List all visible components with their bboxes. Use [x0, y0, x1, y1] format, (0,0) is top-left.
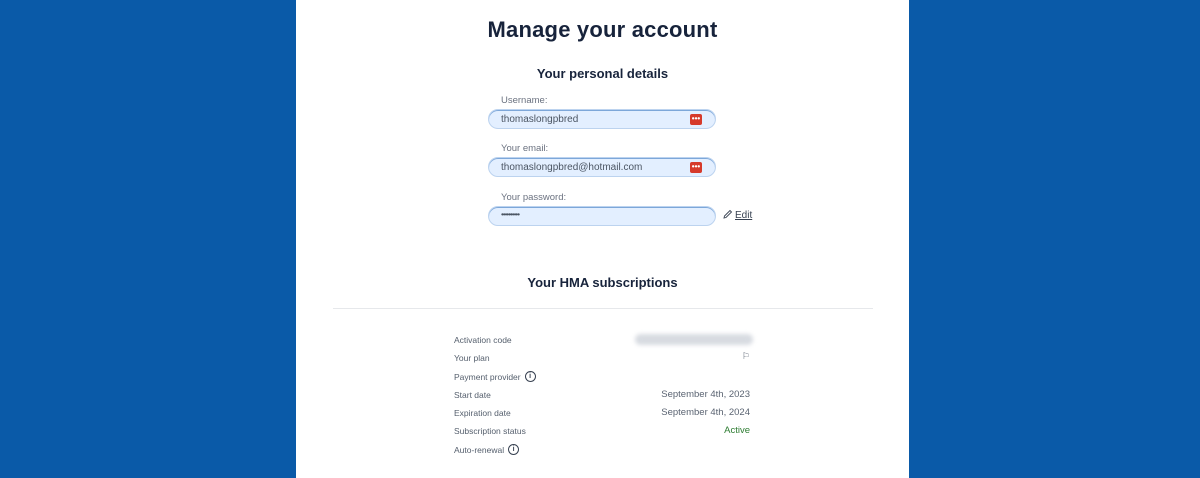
password-field[interactable]: •••••••••• [488, 206, 716, 226]
auto-renewal-label: Auto-renewal [454, 444, 505, 455]
username-value: thomaslongpbred [501, 114, 579, 125]
password-label: Your password: [501, 192, 567, 203]
page-title: Manage your account [487, 17, 718, 42]
edit-password-link[interactable]: Edit [723, 209, 752, 222]
status-badge: Active [724, 425, 750, 436]
expiration-date-label: Expiration date [454, 408, 511, 418]
divider [333, 308, 873, 309]
password-manager-icon[interactable]: ••• [690, 114, 702, 125]
plan-label: Your plan [454, 353, 490, 363]
password-manager-icon[interactable]: ••• [690, 162, 702, 173]
email-label: Your email: [501, 143, 549, 154]
activation-code-label: Activation code [454, 335, 512, 345]
account-panel: Manage your account Your personal detail… [296, 0, 909, 478]
edit-label: Edit [735, 210, 753, 221]
subscriptions-heading: Your HMA subscriptions [527, 275, 678, 290]
email-field[interactable]: thomaslongpbred@hotmail.com ••• [488, 157, 716, 177]
info-icon[interactable]: i [508, 444, 520, 455]
username-label: Username: [501, 95, 548, 106]
info-icon[interactable]: i [524, 371, 536, 382]
payment-provider-row: Payment provider i [454, 371, 536, 382]
start-date-value: September 4th, 2023 [661, 389, 750, 400]
email-value: thomaslongpbred@hotmail.com [501, 162, 643, 173]
auto-renewal-row: Auto-renewal i [454, 444, 520, 455]
payment-provider-label: Payment provider [454, 371, 521, 382]
flag-icon: ⚐ [741, 351, 750, 361]
start-date-label: Start date [454, 390, 491, 400]
expiration-date-value: September 4th, 2024 [661, 407, 750, 418]
activation-code-value-blurred [635, 334, 753, 345]
pencil-icon [723, 209, 733, 222]
username-field[interactable]: thomaslongpbred ••• [488, 109, 716, 129]
password-value: •••••••••• [501, 210, 520, 219]
subscription-status-label: Subscription status [454, 426, 526, 436]
personal-details-heading: Your personal details [536, 66, 669, 81]
